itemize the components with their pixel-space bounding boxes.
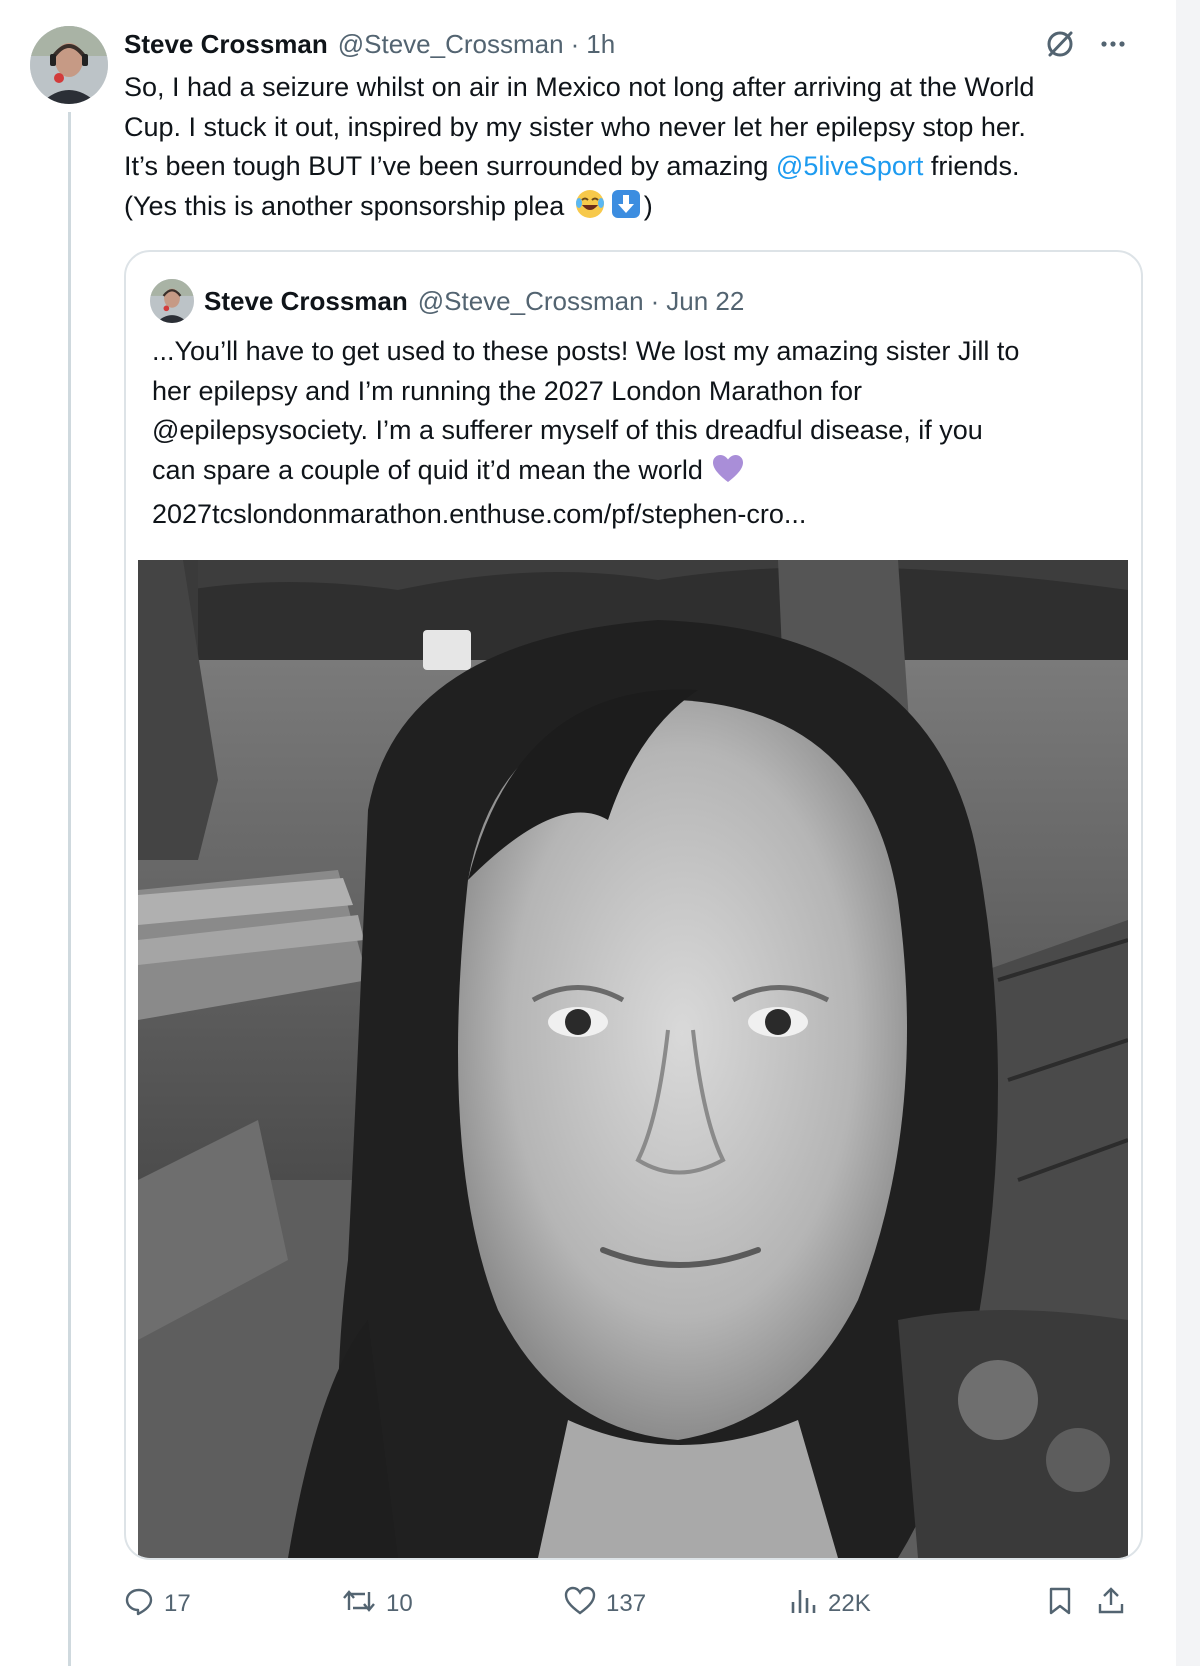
post-text: So, I had a seizure whilst on air in Mex… — [124, 68, 1144, 231]
views-count: 22K — [828, 1590, 871, 1617]
quoted-author-handle[interactable]: @Steve_Crossman — [418, 286, 644, 317]
separator-dot: · — [570, 28, 580, 59]
post-text-line: (Yes this is another sponsorship plea 😂⬇… — [124, 187, 1144, 232]
purple-heart-emoji: 💜 — [712, 454, 744, 496]
bookmark-button[interactable] — [1046, 1582, 1074, 1626]
repost-count: 10 — [386, 1590, 413, 1617]
down-arrow-emoji: ⬇ — [610, 188, 642, 232]
mention-link[interactable]: @5liveSport — [776, 151, 923, 181]
post-text-segment: ) — [643, 190, 653, 221]
bookmark-icon — [1046, 1586, 1074, 1623]
post-time[interactable]: 1h — [586, 29, 615, 60]
reply-button[interactable]: 17 — [124, 1582, 191, 1626]
quoted-text-line: @epilepsysociety. I’m a sufferer myself … — [152, 415, 983, 445]
photo-image — [138, 560, 1128, 1558]
reply-icon — [124, 1586, 154, 1623]
views-button[interactable]: 22K — [788, 1582, 871, 1626]
like-icon — [564, 1586, 596, 1623]
header-actions — [1044, 28, 1128, 60]
repost-button[interactable]: 10 — [342, 1582, 413, 1626]
action-bar: 17 10 137 22K — [124, 1582, 1144, 1626]
share-icon — [1096, 1586, 1126, 1623]
quoted-post[interactable]: Steve Crossman @Steve_Crossman · Jun 22 … — [124, 250, 1143, 1560]
quoted-post-header: Steve Crossman @Steve_Crossman · Jun 22 — [150, 278, 744, 324]
separator-dot: · — [650, 285, 660, 316]
reply-count: 17 — [164, 1590, 191, 1617]
post-text-line: Cup. I stuck it out, inspired by my sist… — [124, 111, 1026, 142]
post-text-segment: It’s been tough BUT I’ve been surrounded… — [124, 151, 776, 181]
avatar[interactable] — [30, 26, 108, 104]
views-icon — [788, 1586, 818, 1623]
more-icon[interactable] — [1098, 29, 1128, 59]
like-button[interactable]: 137 — [564, 1582, 646, 1626]
repost-icon — [342, 1586, 376, 1623]
like-count: 137 — [606, 1590, 647, 1617]
post-text-segment: friends. — [923, 151, 1020, 181]
author-handle[interactable]: @Steve_Crossman — [338, 29, 564, 60]
quoted-text-line: ...You’ll have to get used to these post… — [152, 336, 1020, 366]
quoted-avatar[interactable] — [150, 279, 194, 323]
quoted-link[interactable]: 2027tcslondonmarathon.enthuse.com/pf/ste… — [152, 495, 1112, 535]
thread-line — [68, 112, 71, 1666]
share-button[interactable] — [1096, 1582, 1126, 1626]
post-text-line: It’s been tough BUT I’ve been surrounded… — [124, 147, 1144, 187]
author-name[interactable]: Steve Crossman — [124, 29, 328, 60]
avatar-image — [30, 26, 108, 104]
quoted-text-line: her epilepsy and I’m running the 2027 Lo… — [152, 375, 862, 406]
grok-icon[interactable] — [1044, 28, 1076, 60]
quoted-text-line: can spare a couple of quid it’d mean the… — [152, 451, 1112, 496]
post-text-segment: (Yes this is another sponsorship plea — [124, 190, 572, 221]
quoted-author-name[interactable]: Steve Crossman — [204, 286, 408, 317]
quoted-photo[interactable] — [138, 560, 1128, 1558]
quoted-post-date[interactable]: Jun 22 — [666, 286, 744, 317]
laughing-emoji: 😂 — [574, 188, 606, 232]
post-text-line: So, I had a seizure whilst on air in Mex… — [124, 72, 1035, 102]
post-header: Steve Crossman @Steve_Crossman · 1h — [124, 26, 615, 62]
tweet[interactable]: Steve Crossman @Steve_Crossman · 1h So, … — [0, 0, 1176, 1666]
quoted-post-text: ...You’ll have to get used to these post… — [152, 332, 1112, 535]
quoted-text-segment: can spare a couple of quid it’d mean the… — [152, 454, 711, 485]
